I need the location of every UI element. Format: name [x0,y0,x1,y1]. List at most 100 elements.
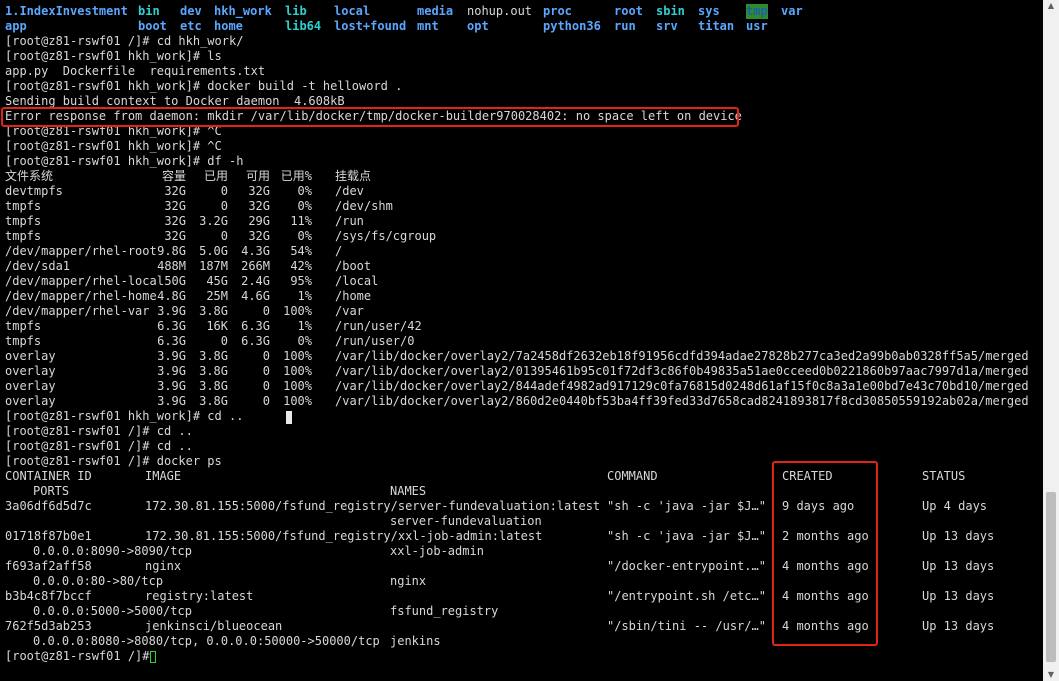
df-cell: 4.3G [241,244,270,258]
ls-entry: proc [543,4,572,18]
docker-ps-header: COMMAND [607,469,658,483]
ls-entry: var [781,4,803,18]
df-cell: /local [335,274,379,288]
df-cell: 3.8G [199,394,228,408]
df-cell: 3.9G [157,349,186,363]
ls-entry: usr [746,19,768,33]
df-cell: 6.3G [157,319,186,333]
df-cell: tmpfs [5,214,42,228]
df-cell: 3.8G [199,364,228,378]
df-cell: /var/lib/docker/overlay2/844adef4982ad91… [335,379,1029,393]
df-header-cell: 挂载点 [335,169,372,183]
df-cell: 0% [297,334,312,348]
df-cell: 0 [220,229,228,243]
ls-entry: lib64 [285,19,322,33]
df-cell: 3.8G [199,379,228,393]
df-header-cell: 容量 [161,169,186,183]
docker-ps-header: CONTAINER ID [5,469,92,483]
container-image: jenkinsci/blueocean [145,619,283,633]
df-cell: 2.4G [241,274,270,288]
df-header-cell: 已用% [280,169,312,183]
df-cell: /run/user/0 [335,334,415,348]
df-cell: 0 [262,394,270,408]
df-cell: 11% [290,214,312,228]
df-cell: /dev/mapper/rhel-home [5,289,157,303]
container-status: Up 13 days [922,589,995,603]
df-cell: /dev/mapper/rhel-local [5,274,164,288]
df-cell: 32G [164,214,186,228]
df-cell: 100% [283,379,312,393]
container-names: server-fundevaluation [390,514,542,528]
docker-ps-header: STATUS [922,469,966,483]
container-id: b3b4c8f7bccf [5,589,92,603]
df-cell: /home [335,289,372,303]
df-cell: 25M [206,289,228,303]
df-cell: 100% [283,364,312,378]
terminal-line: [root@z81-rswf01 /]# docker ps [5,454,222,468]
cd-line-cursor [286,411,292,424]
prompt-cursor [150,651,156,663]
container-command: "sh -c 'java -jar $J…" [607,529,766,543]
df-cell: /sys/fs/cgroup [335,229,437,243]
container-ports: 0.0.0.0:80->80/tcp [33,574,164,588]
docker-ps-header: PORTS [33,484,70,498]
df-cell: 3.9G [157,394,186,408]
df-cell: /run [335,214,364,228]
container-image: registry:latest [145,589,254,603]
ls-entry: titan [698,19,735,33]
error-highlight-box [1,107,739,127]
created-column-highlight-box [772,461,878,646]
container-status: Up 13 days [922,529,995,543]
ls-entry: nohup.out [467,4,533,18]
ls-entry: etc [180,19,202,33]
container-command: "/sbin/tini -- /usr/…" [607,619,766,633]
container-names: fsfund_registry [390,604,499,618]
terminal-line: [root@z81-rswf01 /]# cd .. [5,424,193,438]
df-cell: /boot [335,259,372,273]
df-cell: 100% [283,394,312,408]
df-cell: /dev/shm [335,199,393,213]
df-cell: 3.9G [157,364,186,378]
df-cell: 6.3G [241,334,270,348]
df-cell: /dev [335,184,364,198]
terminal-line: [root@z81-rswf01 hkh_work]# docker build… [5,79,403,93]
df-cell: 45G [206,274,228,288]
terminal-line: [root@z81-rswf01 hkh_work]# df -h [5,154,244,168]
ls-entry: lost+found [334,19,407,33]
df-cell: /var/lib/docker/overlay2/01395461b95c01f… [335,364,1029,378]
ls-entry: local [334,4,371,18]
scroll-down-arrow-icon[interactable]: ▼ [1043,669,1059,681]
df-cell: 32G [248,184,270,198]
df-cell: 1% [297,289,312,303]
container-names: xxl-job-admin [390,544,484,558]
scroll-up-arrow-icon[interactable]: ▲ [1043,0,1059,12]
docker-ps-header: IMAGE [145,469,182,483]
container-ports: 0.0.0.0:8090->8090/tcp [33,544,192,558]
df-cell: tmpfs [5,334,42,348]
df-cell: 4.6G [241,289,270,303]
df-cell: /dev/mapper/rhel-var [5,304,150,318]
ls-entry: sbin [656,4,685,18]
container-id: 3a06df6d5d7c [5,499,92,513]
df-cell: overlay [5,394,56,408]
df-cell: 3.9G [157,379,186,393]
df-cell: 3.8G [199,349,228,363]
df-cell: 5.0G [199,244,228,258]
container-command: "/entrypoint.sh /etc…" [607,589,766,603]
df-cell: 6.3G [241,319,270,333]
df-cell: 6.3G [157,334,186,348]
container-ports: 0.0.0.0:5000->5000/tcp [33,604,192,618]
container-id: f693af2aff58 [5,559,92,573]
df-cell: 4.8G [157,289,186,303]
ls-entry: boot [138,19,167,33]
df-cell: 50G [164,274,186,288]
ls-entry: dev [180,4,202,18]
scrollbar-thumb[interactable] [1046,492,1056,662]
df-cell: 0 [262,304,270,318]
container-names: nginx [390,574,427,588]
df-cell: 32G [164,229,186,243]
df-cell: 0 [220,199,228,213]
terminal-output[interactable]: 1.IndexInvestment bin dev hkh_work lib local m… [0,0,1043,681]
ls-entry: 1.IndexInvestment [5,4,128,18]
df-cell: tmpfs [5,319,42,333]
